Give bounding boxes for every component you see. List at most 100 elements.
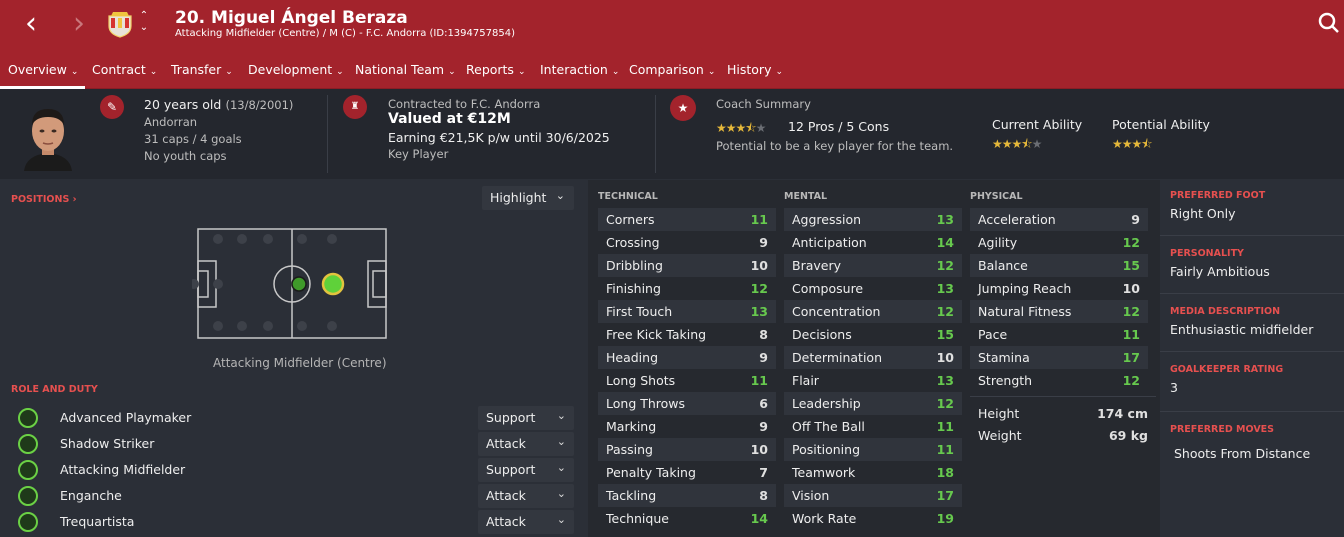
forward-icon[interactable]: › — [64, 9, 94, 40]
nationality: Andorran — [144, 115, 198, 129]
duty-dropdown[interactable]: Attack ⌄ — [478, 484, 574, 508]
attribute-row[interactable]: Natural Fitness 12 — [970, 300, 1148, 323]
attribute-row[interactable]: Concentration 12 — [784, 300, 962, 323]
player-subtitle: Attacking Midfielder (Centre) / M (C) - … — [175, 28, 515, 39]
attribute-row[interactable]: Passing 10 — [598, 438, 776, 461]
chevron-down-icon: ⌄ — [556, 513, 566, 526]
attribute-name: Long Throws — [606, 396, 686, 411]
attribute-value: 11 — [750, 212, 768, 227]
highlight-dropdown[interactable]: Highlight ⌄ — [482, 186, 574, 210]
attribute-value: 13 — [936, 373, 954, 388]
chevron-down-icon: ⌄ — [556, 435, 566, 448]
tab-contract[interactable]: Contract ⌄ — [92, 62, 157, 77]
player-switch-icon[interactable]: ⌃ ⌄ — [138, 10, 150, 38]
chevron-down-icon: ⌄ — [555, 189, 565, 202]
duty-dropdown[interactable]: Attack ⌄ — [478, 510, 574, 534]
player-summary-bar: ✎ 20 years old (13/8/2001) Andorran 31 c… — [0, 89, 1344, 179]
attribute-row[interactable]: Anticipation 14 — [784, 231, 962, 254]
attribute-row[interactable]: Flair 13 — [784, 369, 962, 392]
player-name: 20. Miguel Ángel Beraza — [175, 8, 408, 28]
caps: 31 caps / 4 goals — [144, 132, 242, 146]
attribute-row[interactable]: Corners 11 — [598, 208, 776, 231]
attribute-name: First Touch — [606, 304, 673, 319]
attribute-row[interactable]: Marking 9 — [598, 415, 776, 438]
tab-history[interactable]: History ⌄ — [727, 62, 783, 77]
duty-label: Support — [486, 462, 536, 477]
attribute-row[interactable]: Dribbling 10 — [598, 254, 776, 277]
attribute-row[interactable]: Pace 11 — [970, 323, 1148, 346]
attribute-row[interactable]: Long Throws 6 — [598, 392, 776, 415]
preferred-foot-label: PREFERRED FOOT — [1170, 190, 1266, 201]
role-row[interactable]: Attacking Midfielder Support ⌄ — [10, 458, 576, 482]
coach-summary-stars: ★★★⯪★ — [716, 121, 766, 135]
attribute-row[interactable]: Crossing 9 — [598, 231, 776, 254]
attribute-row[interactable]: Finishing 12 — [598, 277, 776, 300]
attribute-row[interactable]: Balance 15 — [970, 254, 1148, 277]
attribute-row[interactable]: Composure 13 — [784, 277, 962, 300]
club-crest-icon — [107, 10, 133, 38]
attribute-row[interactable]: Long Shots 11 — [598, 369, 776, 392]
chevron-down-icon: ⌄ — [556, 409, 566, 422]
media-panel: MEDIA DESCRIPTION Enthusiastic midfielder — [1160, 298, 1344, 352]
dob: (13/8/2001) — [225, 98, 294, 112]
attribute-row[interactable]: Acceleration 9 — [970, 208, 1148, 231]
tab-reports[interactable]: Reports ⌄ — [466, 62, 526, 77]
personality-value: Fairly Ambitious — [1170, 264, 1270, 279]
personality-label: PERSONALITY — [1170, 248, 1244, 259]
technical-label: TECHNICAL — [598, 191, 658, 202]
search-icon[interactable] — [1318, 12, 1340, 34]
attribute-row[interactable]: Off The Ball 11 — [784, 415, 962, 438]
attribute-value: 10 — [750, 258, 768, 273]
attribute-name: Passing — [606, 442, 653, 457]
media-value: Enthusiastic midfielder — [1170, 322, 1314, 337]
role-row[interactable]: Trequartista Attack ⌄ — [10, 510, 576, 534]
tab-comparison[interactable]: Comparison ⌄ — [629, 62, 715, 77]
duty-dropdown[interactable]: Support ⌄ — [478, 406, 574, 430]
role-row[interactable]: Shadow Striker Attack ⌄ — [10, 432, 576, 456]
attribute-row[interactable]: Penalty Taking 7 — [598, 461, 776, 484]
attribute-value: 15 — [936, 327, 954, 342]
preferred-foot-panel: PREFERRED FOOT Right Only — [1160, 182, 1344, 236]
role-suitability-icon — [18, 408, 38, 428]
tab-interaction[interactable]: Interaction ⌄ — [540, 62, 619, 77]
attribute-row[interactable]: Free Kick Taking 8 — [598, 323, 776, 346]
back-icon[interactable]: ‹ — [16, 9, 46, 40]
attribute-name: Crossing — [606, 235, 660, 250]
role-duty-label: ROLE AND DUTY — [11, 384, 98, 395]
pros-cons: 12 Pros / 5 Cons — [788, 119, 890, 134]
attribute-row[interactable]: Agility 12 — [970, 231, 1148, 254]
attribute-row[interactable]: First Touch 13 — [598, 300, 776, 323]
attribute-row[interactable]: Strength 12 — [970, 369, 1148, 392]
attribute-value: 9 — [759, 419, 768, 434]
attribute-value: 11 — [936, 442, 954, 457]
tab-overview[interactable]: Overview ⌄ — [8, 62, 78, 77]
attribute-row[interactable]: Determination 10 — [784, 346, 962, 369]
attribute-row[interactable]: Aggression 13 — [784, 208, 962, 231]
preferred-moves-label: PREFERRED MOVES — [1170, 424, 1275, 435]
tab-national-team[interactable]: National Team ⌄ — [355, 62, 456, 77]
duty-dropdown[interactable]: Attack ⌄ — [478, 432, 574, 456]
attribute-row[interactable]: Teamwork 18 — [784, 461, 962, 484]
attribute-value: 9 — [759, 235, 768, 250]
role-name: Enganche — [60, 488, 122, 503]
attribute-row[interactable]: Technique 14 — [598, 507, 776, 530]
attribute-row[interactable]: Work Rate 19 — [784, 507, 962, 530]
attribute-row[interactable]: Decisions 15 — [784, 323, 962, 346]
tab-transfer[interactable]: Transfer ⌄ — [171, 62, 233, 77]
role-row[interactable]: Advanced Playmaker Support ⌄ — [10, 406, 576, 430]
duty-dropdown[interactable]: Support ⌄ — [478, 458, 574, 482]
attribute-row[interactable]: Leadership 12 — [784, 392, 962, 415]
attribute-name: Acceleration — [978, 212, 1056, 227]
attribute-row[interactable]: Vision 17 — [784, 484, 962, 507]
attribute-row[interactable]: Tackling 8 — [598, 484, 776, 507]
attribute-row[interactable]: Bravery 12 — [784, 254, 962, 277]
positions-label[interactable]: POSITIONS › — [11, 194, 77, 205]
tab-development[interactable]: Development ⌄ — [248, 62, 344, 77]
attribute-name: Heading — [606, 350, 659, 365]
attribute-row[interactable]: Jumping Reach 10 — [970, 277, 1148, 300]
attribute-row[interactable]: Heading 9 — [598, 346, 776, 369]
attribute-row[interactable]: Positioning 11 — [784, 438, 962, 461]
height-label: Height — [978, 406, 1020, 421]
role-row[interactable]: Enganche Attack ⌄ — [10, 484, 576, 508]
attribute-row[interactable]: Stamina 17 — [970, 346, 1148, 369]
